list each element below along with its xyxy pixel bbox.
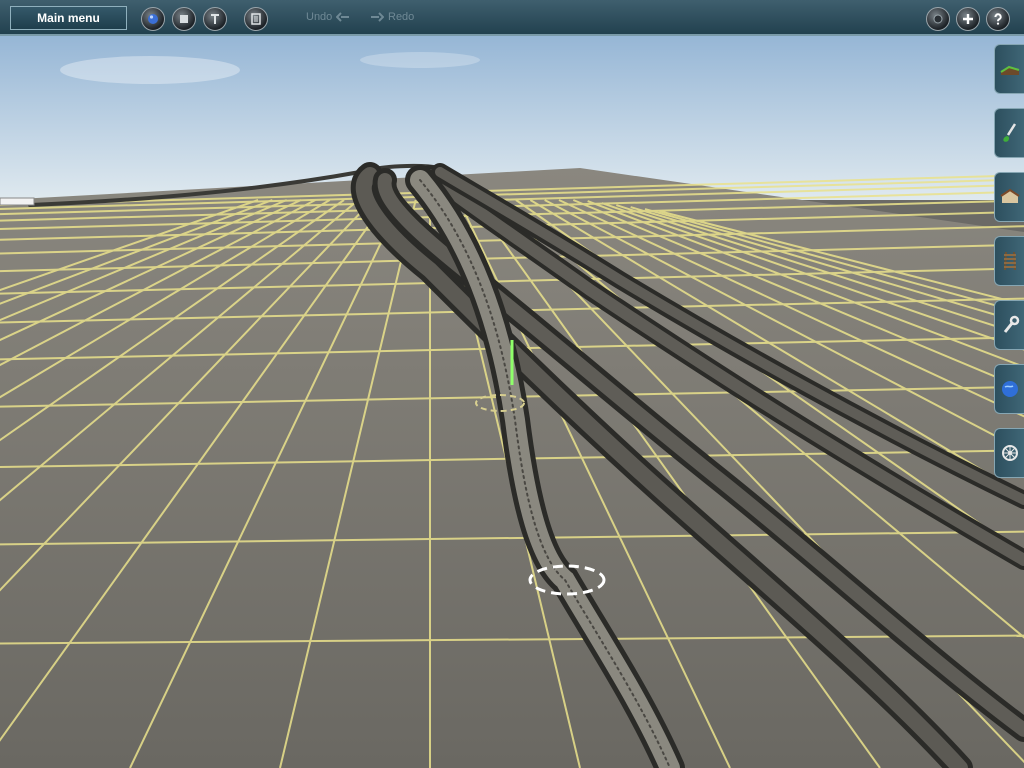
paint-icon — [1002, 123, 1016, 142]
stop-icon — [180, 15, 188, 23]
house-icon — [999, 188, 1020, 203]
topology-tab[interactable] — [994, 44, 1024, 94]
globe-icon — [1001, 381, 1018, 397]
undo-arrow-icon — [336, 12, 350, 22]
zoom-in-icon — [963, 14, 973, 24]
interlocking-tab[interactable] — [994, 364, 1024, 414]
help-icon — [994, 13, 1002, 25]
wrench-icon — [1003, 315, 1019, 333]
query-tool-icon — [211, 14, 219, 24]
track-tab[interactable] — [994, 236, 1024, 286]
3d-viewport[interactable] — [0, 0, 1024, 768]
terrain-icon — [999, 65, 1019, 75]
zoom-in-button[interactable] — [956, 7, 980, 31]
main-menu-button[interactable]: Main menu — [10, 6, 127, 30]
view-mode-icon — [148, 14, 158, 24]
objects-tab[interactable] — [994, 172, 1024, 222]
minimap-button[interactable] — [926, 7, 950, 31]
view-mode-button[interactable] — [141, 7, 165, 31]
undo-button[interactable]: Undo — [306, 11, 350, 23]
undo-label: Undo — [306, 11, 333, 23]
redo-label: Redo — [388, 11, 415, 23]
session-tab[interactable] — [994, 428, 1024, 478]
redo-button[interactable]: Redo — [370, 11, 414, 23]
help-button[interactable] — [986, 7, 1010, 31]
paint-tab[interactable] — [994, 108, 1024, 158]
track-icon — [1003, 251, 1016, 271]
cloud — [60, 56, 240, 84]
layers-icon — [251, 13, 261, 25]
minimap-icon — [933, 14, 943, 24]
train-consist[interactable] — [0, 197, 35, 206]
query-tool-button[interactable] — [203, 7, 227, 31]
settings-wheel-icon — [1001, 445, 1018, 461]
trackside-tab[interactable] — [994, 300, 1024, 350]
stop-button[interactable] — [172, 7, 196, 31]
cloud — [360, 52, 480, 68]
redo-arrow-icon — [371, 12, 384, 22]
top-toolbar: Main menu Undo Redo — [0, 0, 1024, 36]
layers-button[interactable] — [244, 7, 268, 31]
